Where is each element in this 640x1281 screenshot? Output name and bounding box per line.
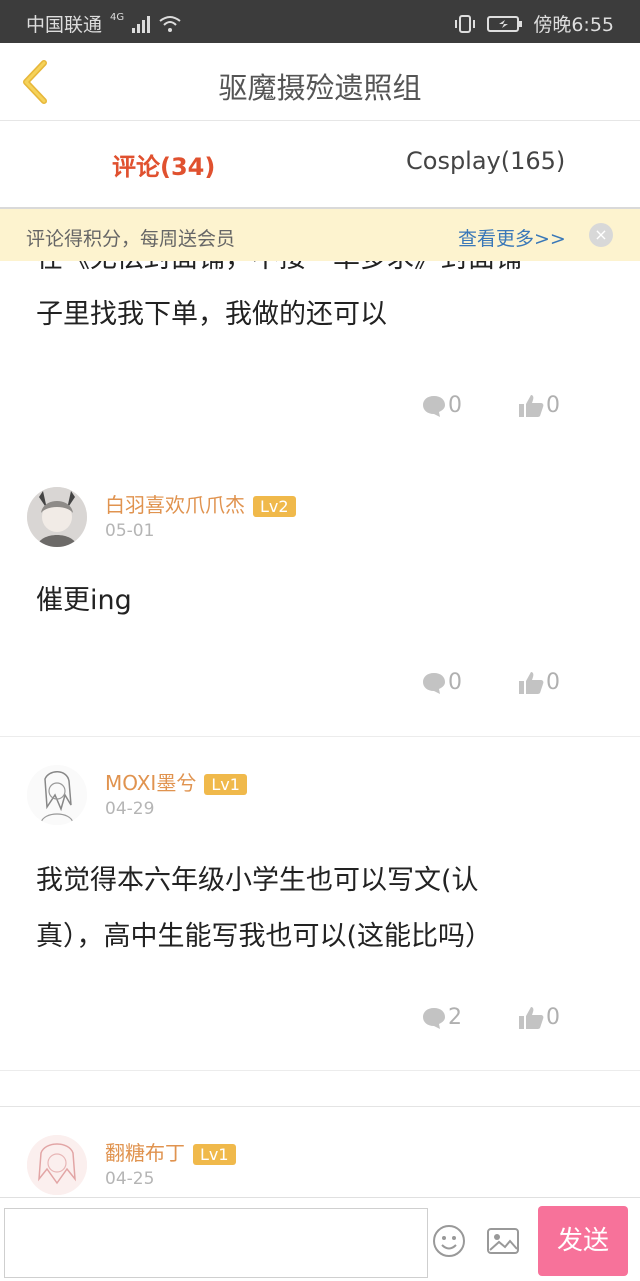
comment-text: 催更ing bbox=[36, 573, 600, 629]
notice-text: 评论得积分，每周送会员 bbox=[26, 228, 236, 250]
nav-header: 驱魔摄殓遗照组 bbox=[0, 43, 640, 121]
comment-date: 04-29 bbox=[105, 799, 155, 819]
avatar[interactable] bbox=[27, 487, 87, 547]
avatar-image bbox=[27, 1135, 87, 1195]
avatar[interactable] bbox=[27, 1135, 87, 1195]
comment-actions: 0 0 bbox=[422, 393, 560, 418]
reply-count: 2 bbox=[448, 1005, 462, 1030]
comment-item: MOXI墨兮 Lv1 04-29 我觉得本六年级小学生也可以写文(认 真），高中生… bbox=[0, 737, 640, 1071]
comment-text-line: 子里找我下单，我做的还可以 bbox=[36, 299, 387, 330]
vibrate-icon bbox=[455, 14, 476, 33]
like-count: 0 bbox=[546, 670, 560, 695]
avatar-image bbox=[27, 487, 87, 547]
thumbs-up-icon bbox=[519, 394, 544, 417]
reply-button[interactable]: 0 bbox=[422, 670, 462, 695]
level-badge: Lv1 bbox=[193, 1144, 236, 1165]
username[interactable]: 白羽喜欢爪爪杰 bbox=[105, 493, 245, 517]
comment-bubble-icon bbox=[423, 1007, 445, 1029]
comment-input-bar: 发送 bbox=[0, 1197, 640, 1281]
username-row: 白羽喜欢爪爪杰 Lv2 bbox=[105, 489, 296, 518]
comment-input[interactable] bbox=[4, 1208, 428, 1278]
comment-text: 我觉得本六年级小学生也可以写文(认 真），高中生能写我也可以(这能比吗） bbox=[36, 853, 600, 965]
reply-button[interactable]: 2 bbox=[422, 1005, 462, 1030]
reply-button[interactable]: 0 bbox=[422, 393, 462, 418]
status-right: 傍晚6:55 bbox=[453, 10, 614, 37]
like-button[interactable]: 0 bbox=[518, 1005, 560, 1030]
tab-comments[interactable]: 评论(34) bbox=[112, 147, 215, 182]
reply-count: 0 bbox=[448, 670, 462, 695]
reply-count: 0 bbox=[448, 393, 462, 418]
comment-list[interactable]: 在《无偿封面铺，不接一单多求》封面铺 子里找我下单，我做的还可以 0 0 白羽喜… bbox=[0, 261, 640, 1197]
comment-bubble-icon bbox=[423, 395, 445, 417]
comment-actions: 0 0 bbox=[422, 670, 560, 695]
like-count: 0 bbox=[546, 393, 560, 418]
thumbs-up-icon bbox=[519, 1006, 544, 1029]
wifi-icon bbox=[159, 15, 181, 32]
status-bar: 中国联通 4G 傍晚6:55 bbox=[0, 0, 640, 43]
tab-cosplay[interactable]: Cosplay(165) bbox=[406, 147, 565, 175]
comment-text: 在《无偿封面铺，不接一单多求》封面铺 子里找我下单，我做的还可以 bbox=[36, 261, 600, 343]
tab-bar: 评论(34) Cosplay(165) bbox=[0, 121, 640, 209]
comment-item: 在《无偿封面铺，不接一单多求》封面铺 子里找我下单，我做的还可以 0 0 bbox=[0, 261, 640, 460]
like-count: 0 bbox=[546, 1005, 560, 1030]
battery-icon bbox=[487, 15, 523, 32]
comment-text-line: 真），高中生能写我也可以(这能比吗） bbox=[36, 921, 493, 952]
comment-actions: 2 0 bbox=[422, 1005, 560, 1030]
emoji-icon[interactable] bbox=[432, 1224, 466, 1258]
level-badge: Lv2 bbox=[253, 496, 296, 517]
username-row: MOXI墨兮 Lv1 bbox=[105, 767, 247, 796]
close-icon[interactable]: × bbox=[589, 223, 613, 247]
level-badge: Lv1 bbox=[204, 774, 247, 795]
comment-text-line: 催更ing bbox=[36, 585, 132, 616]
username[interactable]: 翻糖布丁 bbox=[105, 1141, 185, 1165]
comment-text-line: 我觉得本六年级小学生也可以写文(认 bbox=[36, 865, 479, 896]
divider bbox=[0, 1071, 640, 1107]
comment-item: 白羽喜欢爪爪杰 Lv2 05-01 催更ing 0 0 bbox=[0, 459, 640, 737]
comment-date: 04-25 bbox=[105, 1169, 155, 1189]
username-row: 翻糖布丁 Lv1 bbox=[105, 1137, 236, 1166]
carrier-label: 中国联通 bbox=[26, 14, 103, 36]
clock: 傍晚6:55 bbox=[533, 14, 614, 36]
status-left: 中国联通 4G bbox=[26, 10, 182, 37]
comment-text-line: 在《无偿封面铺，不接一单多求》封面铺 bbox=[36, 261, 600, 287]
avatar[interactable] bbox=[27, 765, 87, 825]
see-more-link[interactable]: 查看更多>> bbox=[458, 224, 566, 251]
page-title: 驱魔摄殓遗照组 bbox=[218, 71, 422, 105]
network-type: 4G bbox=[110, 12, 125, 23]
username[interactable]: MOXI墨兮 bbox=[105, 771, 196, 795]
comment-item: 翻糖布丁 Lv1 04-25 bbox=[0, 1107, 640, 1197]
comment-date: 05-01 bbox=[105, 521, 155, 541]
send-button[interactable]: 发送 bbox=[538, 1206, 628, 1276]
avatar-image bbox=[27, 765, 87, 825]
like-button[interactable]: 0 bbox=[518, 393, 560, 418]
thumbs-up-icon bbox=[519, 671, 544, 694]
notice-banner: 评论得积分，每周送会员 查看更多>> × bbox=[0, 209, 640, 261]
like-button[interactable]: 0 bbox=[518, 670, 560, 695]
signal-icon bbox=[132, 15, 151, 33]
comment-bubble-icon bbox=[423, 672, 445, 694]
image-icon[interactable] bbox=[486, 1224, 520, 1258]
